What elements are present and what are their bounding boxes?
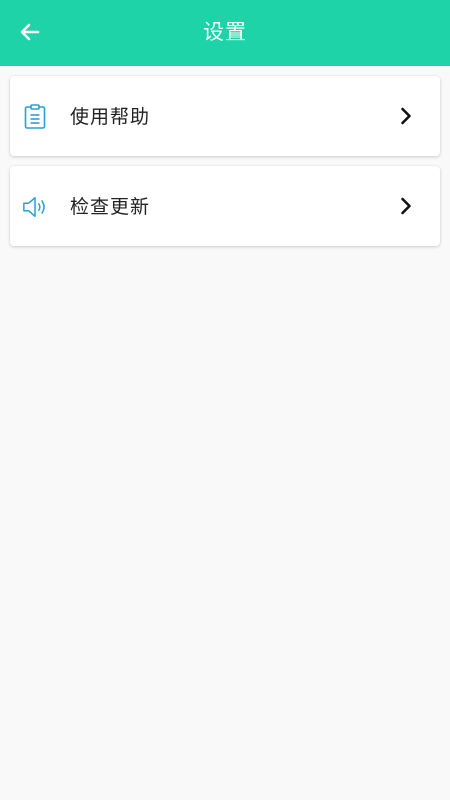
chevron-right-icon <box>398 106 414 126</box>
app-header: 设置 <box>0 0 450 66</box>
page-title: 设置 <box>203 20 247 44</box>
menu-item-help[interactable]: 使用帮助 <box>10 76 440 156</box>
menu-item-label: 检查更新 <box>70 196 151 218</box>
menu-item-label: 使用帮助 <box>70 106 151 128</box>
settings-screen: 设置 使用帮助 检查更新 <box>0 0 450 800</box>
menu-item-check-update[interactable]: 检查更新 <box>10 166 440 246</box>
document-icon <box>22 104 48 130</box>
speaker-icon <box>22 194 48 220</box>
chevron-right-icon <box>398 196 414 216</box>
